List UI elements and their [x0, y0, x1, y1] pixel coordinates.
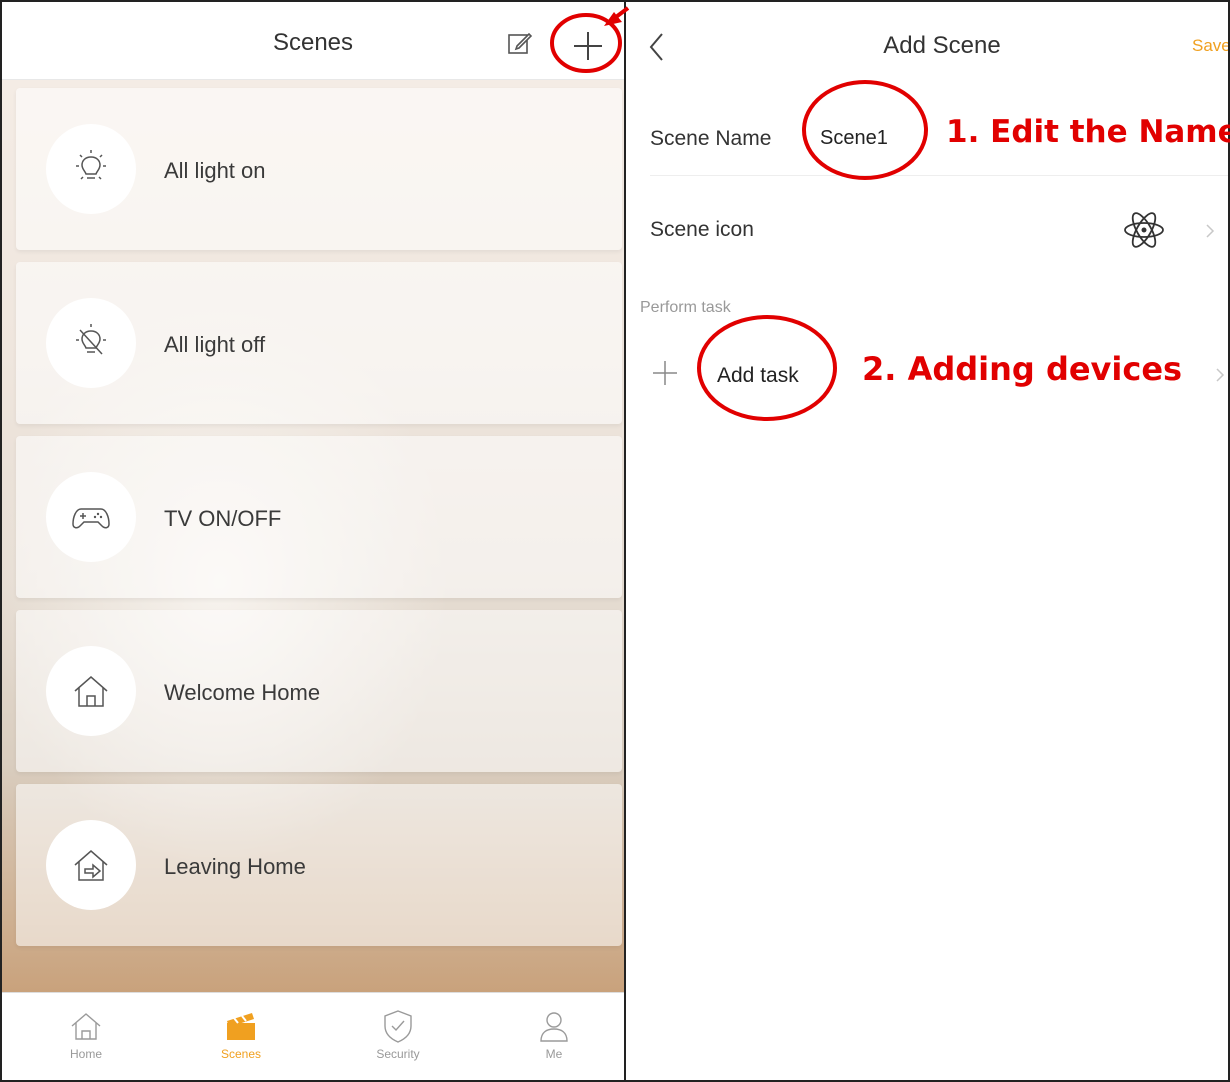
plus-icon[interactable]: [570, 28, 606, 64]
scene-label: All light on: [164, 158, 266, 183]
scene-name-input[interactable]: Scene1: [820, 127, 888, 150]
chevron-right-icon: [1216, 368, 1225, 382]
scene-item-all-light-off[interactable]: All light off: [16, 262, 622, 424]
leave-home-icon: [74, 850, 108, 881]
atom-icon[interactable]: [1122, 208, 1166, 252]
home-icon: [71, 1013, 101, 1040]
bulb-on-icon: [76, 150, 106, 180]
tab-scenes[interactable]: Scenes: [191, 1001, 291, 1071]
gamepad-icon: [72, 508, 110, 529]
scene-list: All light on All light off TV ON/OFF Wel…: [2, 80, 624, 992]
scene-icon-label[interactable]: Scene icon: [650, 218, 754, 242]
bulb-off-icon: [76, 324, 106, 355]
add-task-button[interactable]: Add task: [717, 364, 799, 388]
tab-home[interactable]: Home: [36, 1001, 136, 1071]
page-title: Add Scene: [883, 32, 1001, 59]
scene-label: TV ON/OFF: [164, 506, 282, 531]
chevron-right-icon: [1206, 224, 1215, 238]
scene-item-tv-on-off[interactable]: TV ON/OFF: [16, 436, 622, 598]
save-button[interactable]: Save: [1192, 36, 1228, 56]
scenes-header: Scenes: [2, 2, 624, 80]
scene-name-label: Scene Name: [650, 127, 772, 150]
scene-label: Leaving Home: [164, 854, 306, 879]
home-icon: [74, 676, 108, 707]
tab-bar: Home Scenes Security Me: [2, 992, 624, 1080]
tab-security[interactable]: Security: [348, 1001, 448, 1071]
divider: [650, 175, 1228, 176]
shield-check-icon: [384, 1010, 412, 1043]
scene-item-all-light-on[interactable]: All light on: [16, 88, 622, 250]
scene-item-leaving-home[interactable]: Leaving Home: [16, 784, 622, 946]
tab-me[interactable]: Me: [504, 1001, 604, 1071]
scene-item-welcome-home[interactable]: Welcome Home: [16, 610, 622, 772]
plus-icon[interactable]: [650, 358, 680, 388]
scenes-screen: Scenes All light on All light off TV ON/…: [0, 0, 626, 1082]
scene-label: Welcome Home: [164, 680, 321, 705]
section-label: Perform task: [640, 299, 731, 316]
person-icon: [540, 1012, 568, 1042]
scene-label: All light off: [164, 332, 266, 357]
add-scene-screen: Add Scene Save Scene Name Scene1 Scene i…: [626, 0, 1230, 1082]
edit-icon[interactable]: [507, 30, 533, 56]
clapperboard-icon: [227, 1013, 255, 1040]
